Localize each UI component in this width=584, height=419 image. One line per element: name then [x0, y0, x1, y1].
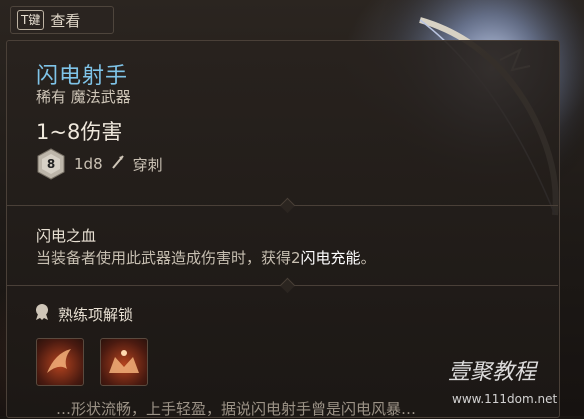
- passive-description: 当装备者使用此武器造成伤害时，获得2闪电充能。: [36, 247, 376, 268]
- proficiency-unlock-header: 熟练项解锁: [34, 303, 133, 325]
- proficiency-medal-icon: [34, 303, 50, 325]
- dice-value: 1d8: [74, 155, 103, 173]
- flame-crown-icon: [109, 350, 139, 373]
- damage-dice-row: 8 1d8 穿刺: [36, 148, 163, 180]
- damage-type: 穿刺: [132, 155, 163, 174]
- watermark-title: 壹聚教程: [448, 360, 537, 385]
- pierce-arrow-icon: [111, 154, 125, 174]
- inspect-label: 查看: [50, 11, 81, 30]
- proficiency-label: 熟练项解锁: [58, 305, 134, 324]
- watermark-url: www.111dom.net: [452, 392, 558, 406]
- keybind-t: T键: [17, 10, 45, 30]
- passive-desc-end: 。: [360, 249, 376, 267]
- item-damage: 1~8伤害: [36, 120, 123, 144]
- item-rarity-type: 稀有 魔法武器: [36, 88, 131, 106]
- inspect-hint[interactable]: T键 查看: [10, 6, 114, 34]
- dice-face-number: 8: [46, 157, 56, 171]
- passive-desc-text: 当装备者使用此武器造成伤害时，获得2: [36, 249, 301, 267]
- passive-name: 闪电之血: [36, 227, 97, 245]
- lightning-charge-keyword[interactable]: 闪电充能: [301, 249, 361, 267]
- skill-slot-2[interactable]: [100, 338, 148, 386]
- flame-sweep-icon: [47, 349, 71, 373]
- d8-dice-icon: 8: [36, 148, 66, 180]
- skill-slot-1[interactable]: [36, 338, 84, 386]
